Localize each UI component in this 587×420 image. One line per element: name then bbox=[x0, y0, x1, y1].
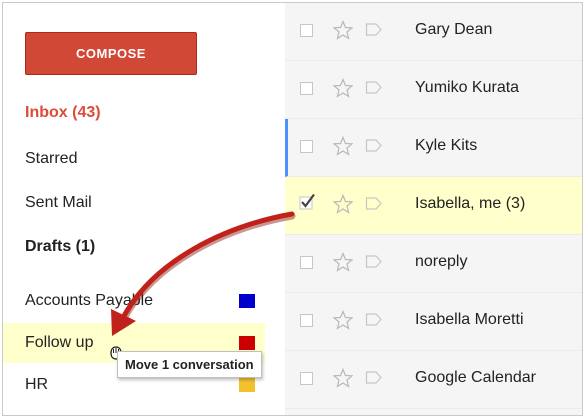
importance-marker-icon[interactable] bbox=[365, 370, 383, 385]
star-icon[interactable] bbox=[333, 310, 353, 330]
importance-marker-icon[interactable] bbox=[365, 138, 383, 153]
compose-button[interactable]: COMPOSE bbox=[25, 32, 197, 75]
label-color-swatch[interactable] bbox=[239, 336, 255, 350]
sender-name: Isabella, me (3) bbox=[415, 195, 526, 212]
importance-marker-icon[interactable] bbox=[365, 22, 383, 37]
star-icon[interactable] bbox=[333, 20, 353, 40]
star-icon[interactable] bbox=[333, 368, 353, 388]
sender-name: Kyle Kits bbox=[415, 137, 478, 154]
sender-name: Google Calendar bbox=[415, 369, 536, 386]
row-checkbox[interactable] bbox=[300, 256, 313, 269]
label-color-swatch[interactable] bbox=[239, 294, 255, 308]
conversation-row[interactable]: Kyle Kits bbox=[285, 119, 582, 177]
nav-starred[interactable]: Starred bbox=[25, 148, 77, 170]
sender-name: Yumiko Kurata bbox=[415, 79, 520, 96]
importance-marker-icon[interactable] bbox=[365, 254, 383, 269]
nav-drafts[interactable]: Drafts (1) bbox=[25, 236, 95, 258]
label-color-swatch[interactable] bbox=[239, 378, 255, 392]
conversation-row[interactable]: Isabella Moretti bbox=[285, 293, 582, 351]
label-name: Follow up bbox=[25, 334, 94, 351]
label-accounts-payable[interactable]: Accounts Payable bbox=[3, 281, 265, 321]
row-checkbox[interactable] bbox=[300, 140, 313, 153]
conversation-list: Gary Dean Yumiko Kurata Kyle Kits Isabel… bbox=[285, 3, 582, 415]
conversation-row[interactable]: Gary Dean bbox=[285, 3, 582, 61]
label-name: Accounts Payable bbox=[25, 292, 154, 309]
row-checkbox[interactable] bbox=[300, 24, 313, 37]
row-checkbox[interactable] bbox=[300, 314, 313, 327]
sender-name: Gary Dean bbox=[415, 21, 493, 38]
row-checkbox[interactable] bbox=[300, 82, 313, 95]
label-name: HR bbox=[25, 376, 49, 393]
drag-tooltip: Move 1 conversation bbox=[117, 351, 262, 378]
nav-inbox[interactable]: Inbox (43) bbox=[25, 102, 101, 124]
conversation-row-selected[interactable]: Isabella, me (3) bbox=[285, 177, 582, 235]
star-icon[interactable] bbox=[333, 136, 353, 156]
importance-marker-icon[interactable] bbox=[365, 196, 383, 211]
sender-name: noreply bbox=[415, 253, 468, 270]
conversation-row[interactable]: Yumiko Kurata bbox=[285, 61, 582, 119]
importance-marker-icon[interactable] bbox=[365, 312, 383, 327]
nav-sent-mail[interactable]: Sent Mail bbox=[25, 192, 92, 214]
gmail-window: COMPOSE Inbox (43) Starred Sent Mail Dra… bbox=[2, 2, 583, 416]
star-icon[interactable] bbox=[333, 252, 353, 272]
star-icon[interactable] bbox=[333, 78, 353, 98]
row-checkbox[interactable] bbox=[300, 372, 313, 385]
importance-marker-icon[interactable] bbox=[365, 80, 383, 95]
star-icon[interactable] bbox=[333, 194, 353, 214]
conversation-row[interactable]: Google Calendar bbox=[285, 351, 582, 409]
conversation-row[interactable]: noreply bbox=[285, 235, 582, 293]
checked-checkbox-icon[interactable] bbox=[298, 192, 316, 210]
sender-name: Isabella Moretti bbox=[415, 311, 524, 328]
